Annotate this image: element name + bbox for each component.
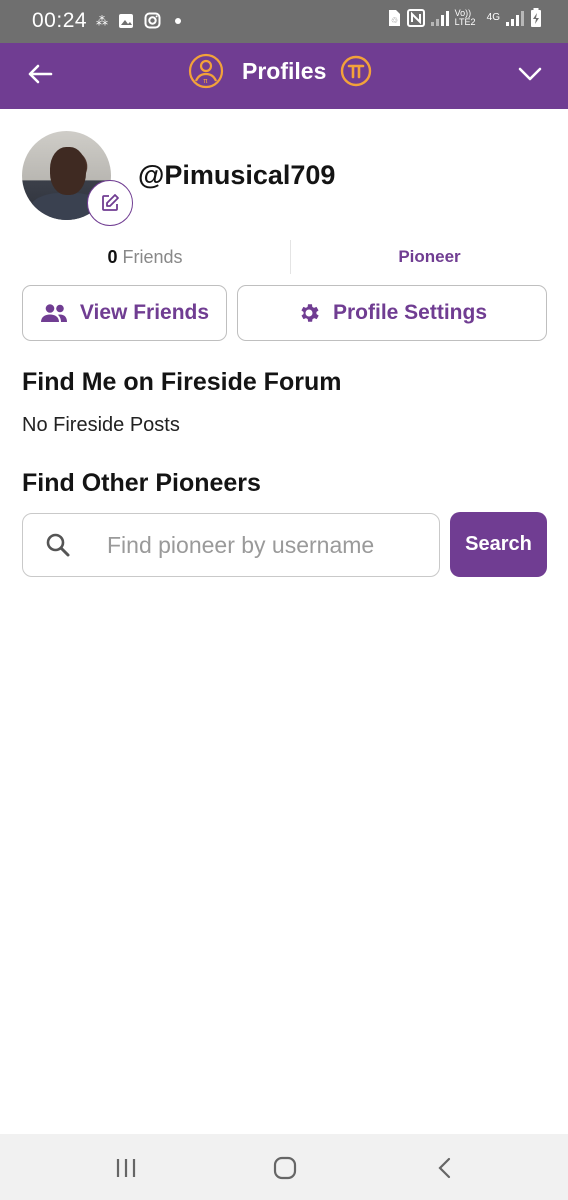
app-header: π Profiles bbox=[0, 43, 568, 109]
search-box bbox=[22, 513, 440, 577]
status-bar: 00:24 ⁂ ♲ Vo)) LTE2 4G bbox=[0, 0, 568, 43]
profile-pi-icon: π bbox=[188, 53, 224, 89]
edit-avatar-button[interactable] bbox=[87, 180, 133, 226]
role-badge: Pioneer bbox=[398, 247, 461, 266]
gear-icon bbox=[301, 304, 319, 322]
profile-settings-button[interactable]: Profile Settings bbox=[237, 285, 547, 341]
fireside-empty-text: No Fireside Posts bbox=[22, 414, 180, 436]
recent-apps-icon[interactable] bbox=[106, 1152, 146, 1184]
header-title-group: π Profiles bbox=[188, 53, 372, 89]
back-icon[interactable] bbox=[425, 1152, 465, 1184]
status-time: 00:24 bbox=[32, 9, 88, 32]
edit-icon bbox=[102, 194, 119, 211]
volte-label: Vo)) LTE2 bbox=[454, 7, 476, 27]
navigation-bar bbox=[0, 1134, 568, 1200]
page-title: Profiles bbox=[242, 57, 327, 84]
search-button[interactable]: Search bbox=[450, 512, 547, 577]
status-right-icons: ♲ Vo)) LTE2 4G bbox=[387, 8, 542, 27]
view-friends-label: View Friends bbox=[79, 301, 210, 324]
username: @Pimusical709 bbox=[138, 160, 336, 190]
signal-icon-2 bbox=[506, 10, 524, 26]
notification-dot-icon: ⁂ bbox=[96, 13, 108, 28]
svg-text:π: π bbox=[203, 77, 208, 85]
status-left-icons: ⁂ bbox=[96, 12, 181, 29]
svg-text:♲: ♲ bbox=[391, 16, 398, 25]
friends-count: 0 bbox=[107, 247, 118, 267]
profile-settings-label: Profile Settings bbox=[332, 301, 488, 324]
network-label: 4G bbox=[486, 12, 500, 23]
search-input[interactable] bbox=[107, 514, 427, 576]
nfc-icon bbox=[406, 8, 425, 27]
profile-stats: 0 Friends Pioneer bbox=[0, 240, 568, 276]
dot-icon bbox=[175, 17, 181, 24]
search-icon bbox=[46, 533, 70, 557]
people-icon bbox=[40, 304, 67, 322]
arrow-left-icon[interactable] bbox=[22, 56, 58, 92]
chevron-down-icon[interactable] bbox=[512, 56, 548, 92]
view-friends-button[interactable]: View Friends bbox=[22, 285, 227, 341]
fireside-heading: Find Me on Fireside Forum bbox=[22, 368, 342, 396]
battery-charging-icon bbox=[531, 8, 541, 27]
instagram-icon bbox=[144, 12, 161, 29]
friends-label: Friends bbox=[122, 247, 183, 267]
pi-coin-icon bbox=[341, 55, 372, 87]
gallery-icon bbox=[119, 13, 133, 28]
sim-icon: ♲ bbox=[388, 9, 400, 26]
signal-icon bbox=[430, 10, 449, 26]
find-pioneers-heading: Find Other Pioneers bbox=[22, 469, 261, 497]
home-icon[interactable] bbox=[265, 1152, 305, 1184]
friends-stat[interactable]: 0 Friends bbox=[0, 247, 290, 268]
